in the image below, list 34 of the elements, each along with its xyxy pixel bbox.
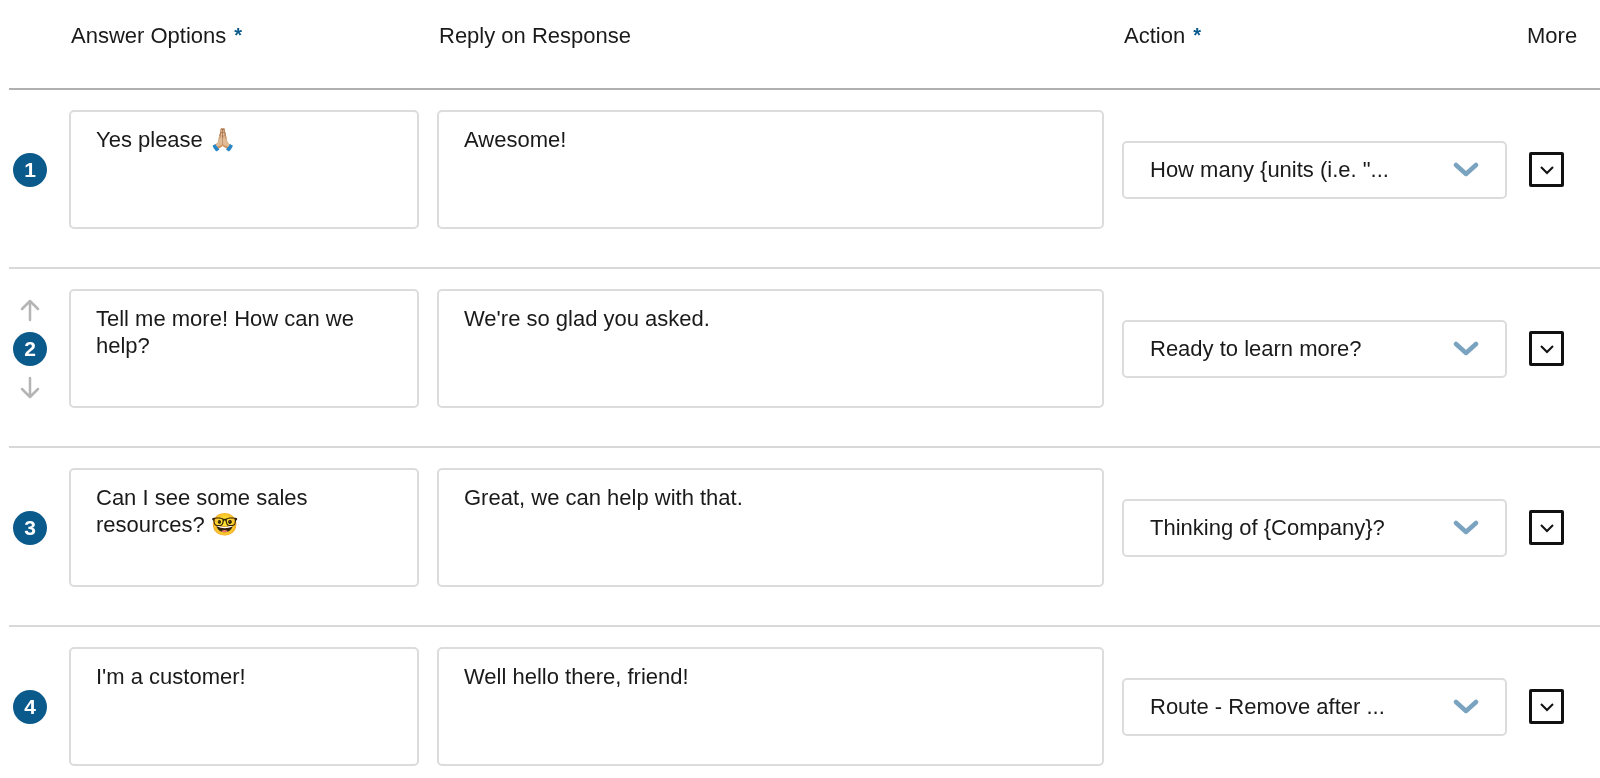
chevron-down-icon bbox=[1453, 519, 1479, 536]
action-dropdown[interactable]: Thinking of {Company}? bbox=[1122, 498, 1507, 557]
reply-field[interactable]: Well hello there, friend! bbox=[437, 647, 1104, 766]
chevron-down-icon bbox=[1453, 340, 1479, 357]
action-dropdown[interactable]: How many {units (i.e. "... bbox=[1122, 140, 1507, 199]
answer-field[interactable]: Tell me more! How can we help? bbox=[69, 289, 419, 408]
column-header: Reply on Response bbox=[439, 21, 631, 50]
row-number: 2 bbox=[13, 331, 47, 366]
more-button[interactable] bbox=[1529, 152, 1564, 187]
chevron-down-icon bbox=[1538, 164, 1555, 175]
chevron-down-icon bbox=[1538, 701, 1555, 712]
required-mark: * bbox=[234, 23, 243, 48]
row-number: 4 bbox=[13, 689, 47, 724]
row-number: 1 bbox=[13, 152, 47, 187]
column-header: More bbox=[1527, 21, 1578, 50]
answer-field[interactable]: Yes please 🙏🏼 bbox=[69, 110, 419, 229]
reply-field[interactable]: We're so glad you asked. bbox=[437, 289, 1104, 408]
column-header: Action bbox=[1124, 21, 1186, 50]
action-dropdown[interactable]: Ready to learn more? bbox=[1122, 319, 1507, 378]
reply-field[interactable]: Great, we can help with that. bbox=[437, 468, 1104, 587]
required-mark: * bbox=[1193, 23, 1201, 48]
more-button[interactable] bbox=[1529, 689, 1564, 724]
row-number: 3 bbox=[13, 510, 47, 545]
answer-field[interactable]: Can I see some sales resources? 🤓 bbox=[69, 468, 419, 587]
chevron-down-icon bbox=[1538, 343, 1555, 354]
chevron-down-icon bbox=[1453, 698, 1479, 715]
more-button[interactable] bbox=[1529, 510, 1564, 545]
chevron-down-icon bbox=[1538, 522, 1555, 533]
action-dropdown[interactable]: Route - Remove after ... bbox=[1122, 677, 1507, 736]
reply-field[interactable]: Awesome! bbox=[437, 110, 1104, 229]
more-button[interactable] bbox=[1529, 331, 1564, 366]
chevron-down-icon bbox=[1453, 161, 1479, 178]
column-header: Answer Options bbox=[71, 21, 227, 50]
answer-field[interactable]: I'm a customer! bbox=[69, 647, 419, 766]
